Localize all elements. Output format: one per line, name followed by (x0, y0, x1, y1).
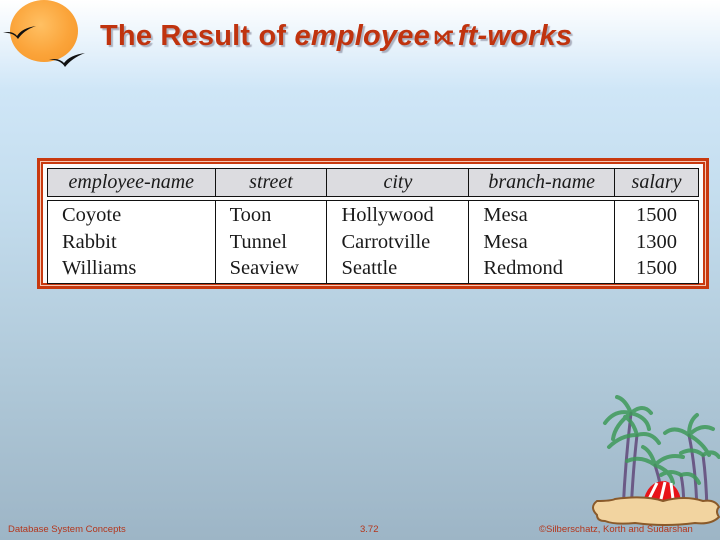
relation-paper: employee-name street city branch-name sa… (43, 164, 703, 284)
relation-frame: employee-name street city branch-name sa… (37, 158, 709, 289)
column-header: salary (614, 168, 699, 197)
cell-salary: 1500 (614, 200, 699, 229)
right-outer-join-operator: ⟖ (433, 20, 454, 50)
table-row: Coyote Toon Hollywood Mesa 1500 (47, 200, 699, 229)
cell-street: Tunnel (214, 228, 328, 255)
footer-copyright: ©Silberschatz, Korth and Sudarshan (539, 524, 693, 535)
table-row: Rabbit Tunnel Carrotville Mesa 1300 (47, 228, 699, 255)
palm-island-icon (592, 395, 720, 526)
slide-title: The Result of employee ⟖ ft-works (100, 20, 572, 53)
table-row: Williams Seaview Seattle Redmond 1500 (47, 255, 699, 284)
title-prefix: The Result of (100, 20, 295, 52)
cell-employee-name: Williams (47, 255, 216, 284)
cell-branch-name: Mesa (468, 200, 616, 229)
cell-branch-name: Mesa (468, 228, 616, 255)
table-header-row: employee-name street city branch-name sa… (47, 168, 699, 197)
column-header: city (326, 168, 470, 197)
cell-employee-name: Rabbit (47, 228, 216, 255)
sand-island (592, 496, 720, 526)
footer-course-title: Database System Concepts (8, 524, 126, 535)
cell-branch-name: Redmond (468, 255, 616, 284)
cell-salary: 1500 (614, 255, 699, 284)
footer-slide-number: 3.72 (360, 524, 379, 535)
cell-salary: 1300 (614, 228, 699, 255)
palm-fronds (603, 395, 720, 485)
cell-employee-name: Coyote (47, 200, 216, 229)
title-right-operand: ft-works (457, 20, 573, 52)
bird-icon (3, 26, 36, 39)
title-left-operand: employee (294, 20, 430, 52)
cell-city: Hollywood (326, 200, 470, 229)
column-header: branch-name (468, 168, 616, 197)
cell-city: Carrotville (326, 228, 470, 255)
column-header: employee-name (47, 168, 216, 197)
cell-city: Seattle (326, 255, 470, 284)
column-header: street (214, 168, 328, 197)
cell-street: Seaview (214, 255, 328, 284)
bird-icon (49, 53, 85, 67)
cell-street: Toon (214, 200, 328, 229)
relation-table: employee-name street city branch-name sa… (47, 168, 699, 284)
